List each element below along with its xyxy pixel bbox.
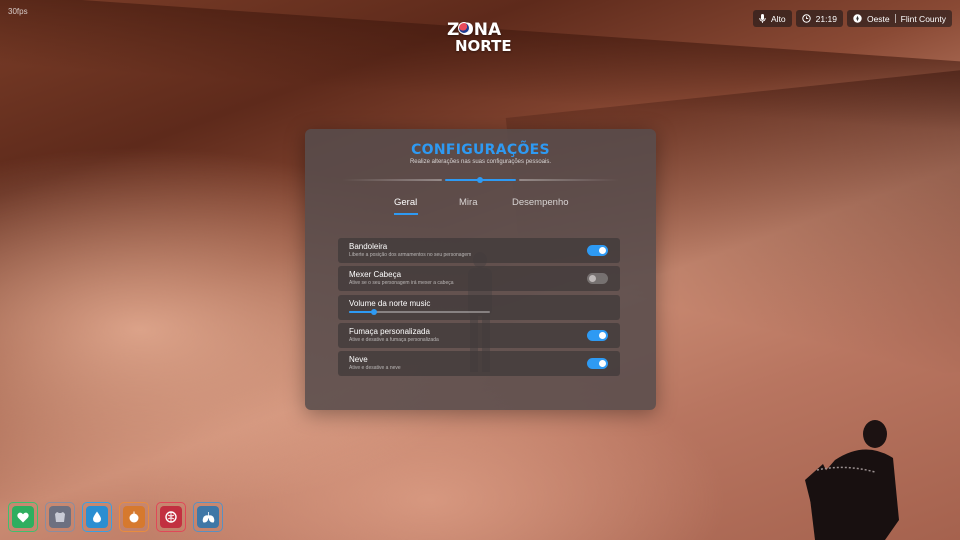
setting-row-volume: Volume da norte music — [338, 295, 620, 320]
setting-description: Liberte a posição dos armamentos no seu … — [349, 252, 472, 258]
setting-row-neve: Neve Ative e desative a neve — [338, 351, 620, 376]
title-divider-dot — [477, 177, 483, 183]
microphone-icon — [759, 14, 766, 23]
food-icon — [123, 506, 145, 528]
settings-subtitle: Realize alterações nas suas configuraçõe… — [409, 159, 552, 165]
title-divider-left — [342, 179, 442, 181]
stress-status — [156, 502, 186, 532]
status-bar — [8, 502, 223, 532]
direction-label: Oeste — [866, 13, 890, 24]
voice-range-indicator: Alto — [753, 10, 792, 27]
mexer-cabeca-toggle[interactable] — [587, 273, 608, 284]
setting-label: Volume da norte music — [349, 299, 431, 308]
tab-geral[interactable]: Geral — [394, 197, 417, 208]
toggle-knob — [599, 360, 606, 367]
fumaca-toggle[interactable] — [587, 330, 608, 341]
tab-mira[interactable]: Mira — [459, 197, 477, 208]
logo-line2: NORTE — [455, 37, 512, 55]
title-divider-right — [519, 179, 619, 181]
active-tab-underline — [394, 213, 418, 215]
setting-description: Ative e desative a neve — [349, 365, 401, 371]
health-status — [8, 502, 38, 532]
location-indicator: Oeste Flint County — [846, 10, 952, 27]
toggle-knob — [599, 332, 606, 339]
brain-icon — [160, 506, 182, 528]
fps-counter: 30fps — [8, 7, 28, 16]
logo-ball-icon — [458, 22, 470, 34]
neve-toggle[interactable] — [587, 358, 608, 369]
hud-separator — [894, 14, 896, 23]
settings-panel: CONFIGURAÇÕES Realize alterações nas sua… — [305, 129, 656, 410]
setting-row-bandoleira: Bandoleira Liberte a posição dos armamen… — [338, 238, 620, 263]
clock-icon — [801, 14, 811, 23]
lungs-icon — [197, 506, 219, 528]
setting-row-fumaca: Fumaça personalizada Ative e desative a … — [338, 323, 620, 348]
volume-slider[interactable] — [349, 309, 490, 315]
hunger-status — [119, 502, 149, 532]
voice-range-label: Alto — [771, 13, 786, 24]
server-logo: ZONA NORTE — [445, 20, 517, 60]
oxygen-status — [193, 502, 223, 532]
clock-indicator: 21:19 — [795, 10, 843, 27]
settings-title: CONFIGURAÇÕES — [411, 142, 550, 158]
tab-desempenho[interactable]: Desempenho — [512, 197, 569, 208]
setting-description: Ative e desative a fumaça personalizada — [349, 337, 439, 343]
setting-label: Bandoleira — [349, 242, 388, 251]
setting-label: Neve — [349, 355, 368, 364]
setting-row-mexer-cabeca: Mexer Cabeça Ative se o seu personagem i… — [338, 266, 620, 291]
setting-description: Ative se o seu personagem irá mexer a ca… — [349, 280, 454, 286]
armor-status — [45, 502, 75, 532]
water-drop-icon — [86, 506, 108, 528]
slider-handle[interactable] — [371, 309, 378, 315]
toggle-knob — [589, 275, 596, 282]
vest-icon — [49, 506, 71, 528]
compass-icon — [853, 14, 862, 23]
setting-label: Mexer Cabeça — [349, 270, 402, 279]
clock-label: 21:19 — [815, 13, 837, 24]
thirst-status — [82, 502, 112, 532]
setting-label: Fumaça personalizada — [349, 327, 430, 336]
toggle-knob — [599, 247, 606, 254]
heart-icon — [12, 506, 34, 528]
area-label: Flint County — [900, 13, 946, 24]
bandoleira-toggle[interactable] — [587, 245, 608, 256]
settings-tabs: Geral Mira Desempenho — [305, 197, 656, 215]
player-character — [805, 420, 899, 540]
top-hud: Alto 21:19 Oeste Flint County — [753, 10, 952, 27]
